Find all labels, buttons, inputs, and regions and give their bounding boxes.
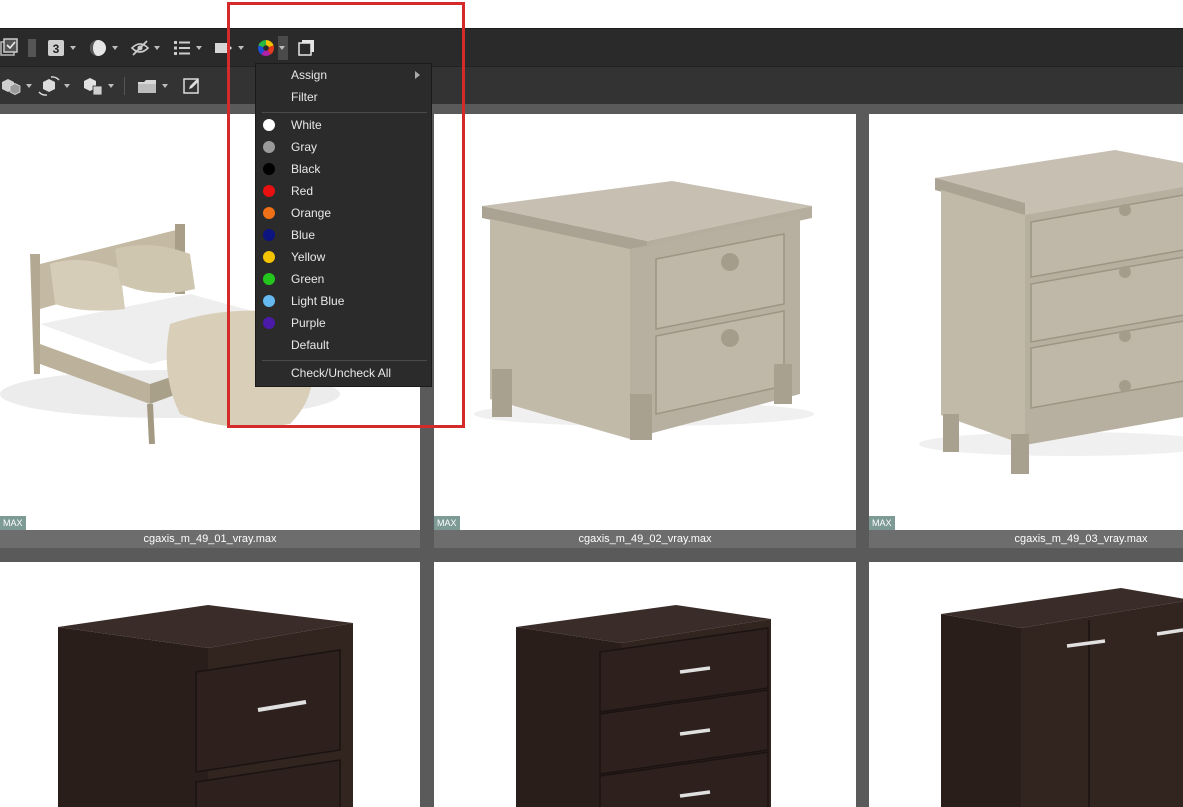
- edit-button[interactable]: [182, 76, 202, 96]
- cube-group-icon: [2, 79, 21, 95]
- top-margin: [0, 0, 1183, 28]
- color-swatch-icon: [263, 295, 275, 307]
- cube-save-icon: [84, 78, 103, 96]
- menu-item-assign[interactable]: Assign: [256, 64, 431, 86]
- color-swatch-icon: [263, 119, 275, 131]
- dark-drawers-thumbnail: [516, 605, 771, 807]
- menu-item-color-red[interactable]: Red: [256, 180, 431, 202]
- menu-item-filter[interactable]: Filter: [256, 86, 431, 108]
- object-button-3[interactable]: [82, 76, 114, 96]
- menu-item-color-gray[interactable]: Gray: [256, 136, 431, 158]
- color-swatch-icon: [263, 207, 275, 219]
- list-view-button[interactable]: [172, 38, 202, 58]
- number-badge-icon: 3: [48, 40, 64, 56]
- color-label-button[interactable]: [256, 36, 288, 60]
- color-swatch-icon: [263, 273, 275, 285]
- menu-item-color-yellow[interactable]: Yellow: [256, 246, 431, 268]
- color-dropdown-toggle[interactable]: [278, 36, 288, 60]
- edit-icon: [183, 78, 199, 94]
- color-swatch-icon: [263, 229, 275, 241]
- menu-item-check-uncheck-all[interactable]: Check/Uncheck All: [256, 362, 431, 384]
- toolbar-secondary: [0, 66, 1183, 104]
- object-button-1[interactable]: [0, 76, 32, 96]
- color-swatch-icon: [263, 185, 275, 197]
- checklist-button[interactable]: [0, 38, 36, 58]
- number-button[interactable]: 3: [46, 38, 76, 58]
- shading-icon: [90, 40, 106, 56]
- object-button-2[interactable]: [38, 76, 70, 96]
- label-button[interactable]: [214, 38, 244, 58]
- thumbnail-grid: MAX cgaxis_m_49_01_vray.max MAX cgaxis_m…: [0, 104, 1183, 807]
- folder-button[interactable]: [136, 76, 168, 96]
- menu-separator: [262, 360, 427, 361]
- color-swatch-icon: [263, 317, 275, 329]
- file-type-badge: MAX: [0, 516, 26, 531]
- color-wheel-icon: [257, 40, 275, 57]
- thumbnail-card-4[interactable]: [0, 562, 420, 807]
- color-swatch-icon: [263, 141, 275, 153]
- thumbnail-caption-2: cgaxis_m_49_02_vray.max: [434, 530, 856, 548]
- cube-arrows-icon: [38, 76, 60, 96]
- svg-text:3: 3: [53, 42, 60, 56]
- thumbnail-card-2[interactable]: MAX: [434, 114, 856, 534]
- menu-item-color-black[interactable]: Black: [256, 158, 431, 180]
- thumbnail-caption-1: cgaxis_m_49_01_vray.max: [0, 530, 420, 548]
- shading-button[interactable]: [88, 38, 118, 58]
- dresser-thumbnail: [919, 150, 1183, 474]
- menu-separator: [262, 112, 427, 113]
- color-label-menu: Assign Filter White Gray Black Red Orange Blu…: [255, 63, 432, 387]
- list-view-icon: [174, 41, 190, 55]
- menu-item-default[interactable]: Default: [256, 334, 431, 356]
- folder-icon: [138, 80, 156, 93]
- thumbnail-card-6[interactable]: [869, 562, 1183, 807]
- color-swatch-icon: [263, 251, 275, 263]
- menu-item-color-light-blue[interactable]: Light Blue: [256, 290, 431, 312]
- menu-item-color-purple[interactable]: Purple: [256, 312, 431, 334]
- label-icon: [215, 43, 232, 53]
- thumbnail-card-3[interactable]: MAX: [869, 114, 1183, 534]
- color-swatch-icon: [263, 163, 275, 175]
- copy-button[interactable]: [297, 38, 317, 58]
- menu-item-color-green[interactable]: Green: [256, 268, 431, 290]
- thumbnail-card-5[interactable]: [434, 562, 856, 807]
- dark-sideboard-thumbnail: [941, 588, 1183, 807]
- thumbnail-caption-3: cgaxis_m_49_03_vray.max: [869, 530, 1183, 548]
- nightstand-thumbnail: [474, 181, 814, 440]
- checklist-icon: [0, 38, 18, 56]
- file-type-badge: MAX: [434, 516, 460, 531]
- menu-item-color-blue[interactable]: Blue: [256, 224, 431, 246]
- toolbar-primary: 3: [0, 28, 1183, 66]
- hide-button[interactable]: [130, 38, 160, 58]
- dark-cabinet-thumbnail: [58, 605, 353, 807]
- file-type-badge: MAX: [869, 516, 895, 531]
- submenu-arrow-icon: [415, 71, 420, 79]
- copy-icon: [298, 40, 314, 56]
- menu-item-color-orange[interactable]: Orange: [256, 202, 431, 224]
- menu-item-color-white[interactable]: White: [256, 114, 431, 136]
- hide-icon: [130, 40, 150, 56]
